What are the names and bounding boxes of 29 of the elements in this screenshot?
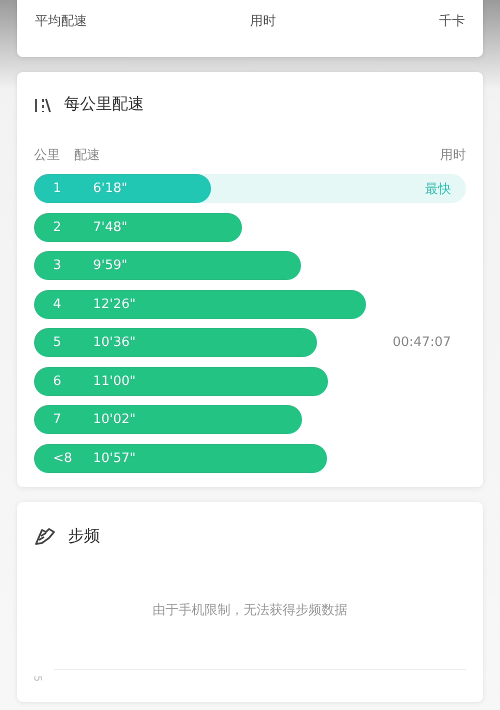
fastest-label: 最快 — [425, 180, 451, 198]
axis-tick-label: 5 — [32, 674, 43, 682]
km-number: 5 — [52, 335, 62, 350]
empty-message: 由于手机限制，无法获得步频数据 — [152, 602, 348, 618]
stat-label: 用时 — [250, 13, 276, 30]
pace-value: 10'36" — [92, 335, 136, 350]
card-title: 步频 — [68, 526, 100, 546]
pace-value: 7'48" — [92, 220, 128, 234]
pace-value: 11'00" — [92, 374, 136, 388]
shoe-icon — [34, 526, 56, 546]
stat-label: 千卡 — [439, 13, 465, 30]
km-number: 1 — [52, 181, 62, 196]
km-number: 4 — [52, 296, 62, 312]
km-number: <8 — [52, 450, 74, 466]
split-time: 00:47:07 — [392, 335, 451, 350]
card-title: 每公里配速 — [64, 94, 144, 115]
column-header: 配速 — [74, 147, 100, 164]
column-header: 用时 — [440, 147, 466, 164]
km-number: 7 — [52, 412, 62, 427]
pace-value: 9'59" — [92, 258, 128, 273]
pace-value: 10'02" — [92, 412, 136, 427]
km-number: 2 — [52, 220, 62, 234]
column-header: 公里 — [34, 147, 60, 164]
pace-value: 12'26" — [92, 296, 136, 312]
km-number: 3 — [52, 258, 62, 273]
pace-value: 10'57" — [92, 450, 136, 466]
km-number: 6 — [52, 374, 62, 388]
pace-value: 6'18" — [92, 181, 128, 196]
stat-label: 平均配速 — [35, 13, 87, 30]
